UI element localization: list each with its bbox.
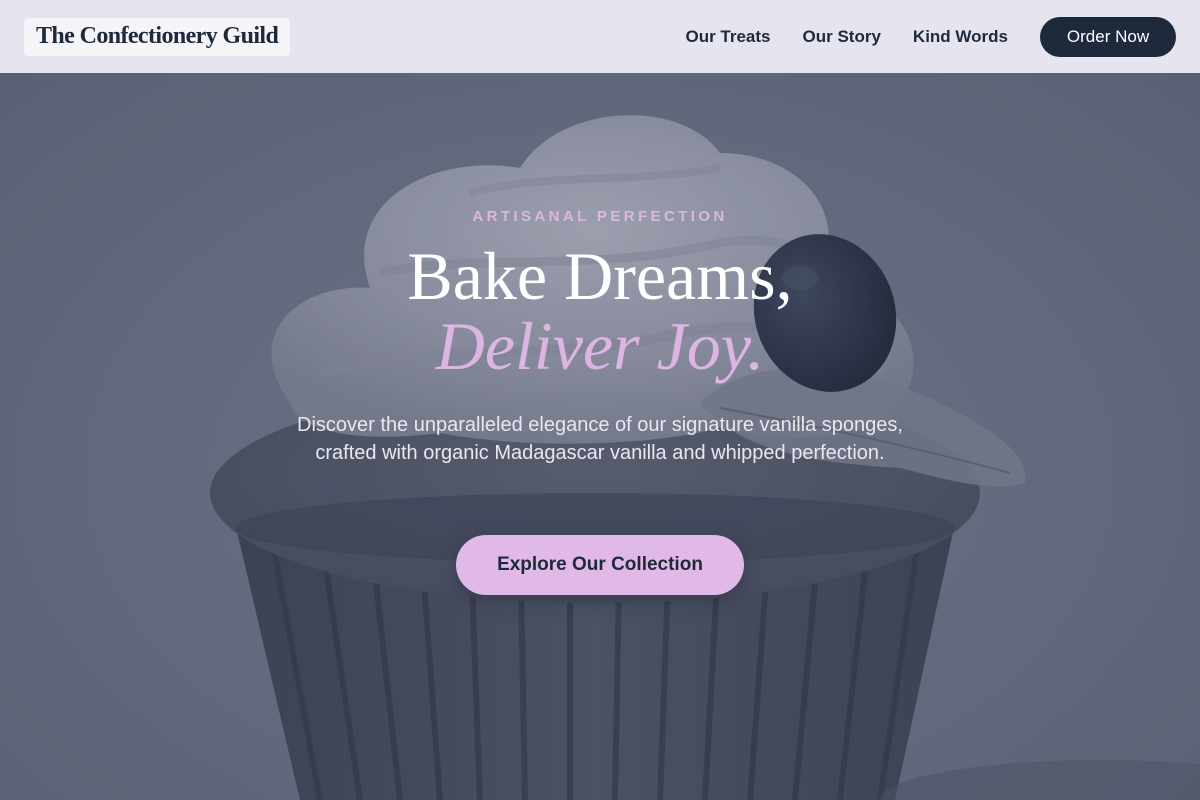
hero-description: Discover the unparalleled elegance of ou… [297, 414, 903, 464]
hero-section: ARTISANAL PERFECTION Bake Dreams, Delive… [0, 73, 1200, 800]
main-nav: Our Treats Our Story Kind Words Order No… [685, 16, 1176, 57]
hero-headline: Bake Dreams, Deliver Joy. [0, 241, 1200, 381]
hero-eyebrow: ARTISANAL PERFECTION [472, 208, 728, 225]
headline-line-2: Deliver Joy. [435, 308, 765, 384]
nav-link-our-story[interactable]: Our Story [803, 27, 881, 47]
order-now-button[interactable]: Order Now [1040, 16, 1176, 57]
nav-link-kind-words[interactable]: Kind Words [913, 27, 1008, 47]
site-header: The Confectionery Guild Our Treats Our S… [0, 0, 1200, 73]
explore-collection-button[interactable]: Explore Our Collection [456, 535, 744, 595]
brand-logo[interactable]: The Confectionery Guild [24, 17, 291, 56]
headline-line-1: Bake Dreams, [407, 238, 793, 314]
nav-link-our-treats[interactable]: Our Treats [685, 27, 770, 47]
